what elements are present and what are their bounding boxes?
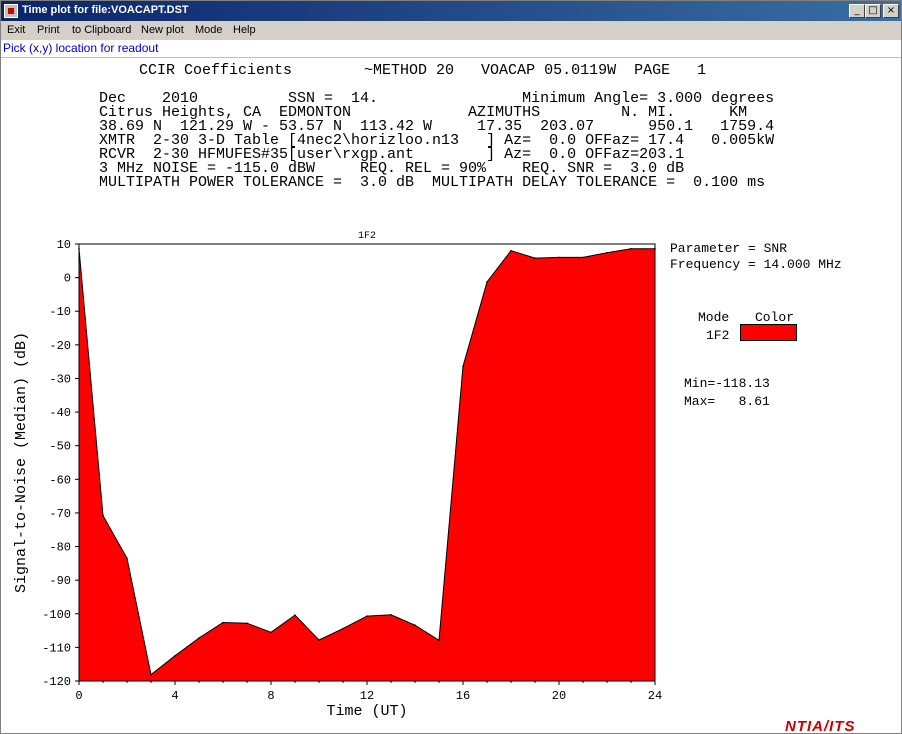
menu-help[interactable]: Help (233, 24, 256, 36)
menu-mode[interactable]: Mode (195, 24, 223, 36)
snr-point (582, 256, 584, 259)
minimize-button[interactable]: _ (849, 4, 865, 18)
ntia-its-logo: NTIA/ITS (785, 718, 856, 734)
window-title: Time plot for file:VOACAPT.DST (22, 4, 189, 16)
x-tick-label: 4 (171, 689, 178, 703)
y-axis-label: Signal-to-Noise (Median) (dB) (13, 332, 30, 593)
snr-point (246, 622, 248, 624)
y-tick-label: 0 (64, 272, 71, 286)
legend-mode-1f2: 1F2 (706, 328, 730, 343)
max-readout: Max= 8.61 (684, 394, 770, 409)
y-tick-label: -20 (49, 339, 71, 353)
snr-point (342, 627, 344, 630)
chart-title: 1F2 (358, 231, 376, 242)
snr-point (558, 256, 560, 259)
snr-point (486, 281, 488, 283)
main-window: Time plot for file:VOACAPT.DST _ □ × Exi… (0, 0, 902, 734)
snr-point (630, 247, 632, 250)
min-readout: Min=-118.13 (684, 376, 770, 391)
y-tick-label: -10 (49, 305, 71, 319)
snr-point (222, 621, 224, 624)
frequency-label: Frequency = 14.000 MHz (670, 257, 842, 272)
x-axis-label: Time (UT) (326, 703, 407, 720)
snr-point (606, 251, 608, 254)
x-tick-label: 16 (456, 689, 470, 703)
menu-print[interactable]: Print (37, 24, 60, 36)
readout-prompt-bar: Pick (x,y) location for readout (1, 40, 901, 58)
snr-point (510, 249, 512, 252)
snr-point (174, 655, 176, 657)
menu-bar: Exit Print to Clipboard New plot Mode He… (1, 21, 901, 40)
snr-point (198, 637, 200, 639)
close-button[interactable]: × (883, 4, 899, 18)
legend-color-header: Color (755, 310, 795, 325)
menu-exit[interactable]: Exit (7, 24, 25, 36)
snr-point (102, 514, 104, 517)
x-tick-label: 8 (267, 689, 274, 703)
snr-point (318, 639, 320, 641)
snr-point (150, 673, 152, 676)
parameter-label: Parameter = SNR (670, 241, 788, 256)
snr-point (294, 614, 296, 616)
x-tick-label: 24 (648, 689, 662, 703)
y-tick-label: -100 (42, 608, 71, 622)
y-tick-label: 10 (57, 238, 71, 252)
y-tick-label: -60 (49, 473, 71, 487)
y-tick-label: -30 (49, 372, 71, 386)
y-tick-label: -110 (42, 641, 71, 655)
snr-point (390, 614, 392, 616)
y-tick-label: -90 (49, 574, 71, 588)
x-tick-label: 20 (552, 689, 566, 703)
maximize-button[interactable]: □ (865, 4, 881, 18)
app-icon[interactable] (4, 4, 18, 18)
snr-point (126, 557, 128, 560)
menu-new-plot[interactable]: New plot (141, 24, 184, 36)
x-tick-label: 12 (360, 689, 374, 703)
readout-prompt: Pick (x,y) location for readout (3, 41, 159, 55)
legend-mode-header: Mode (698, 310, 730, 325)
x-tick-label: 0 (75, 689, 82, 703)
plot-area[interactable]: CCIR Coefficients ~METHOD 20 VOACAP 05.0… (1, 58, 901, 734)
snr-point (414, 624, 416, 626)
y-tick-label: -40 (49, 406, 71, 420)
y-tick-label: -120 (42, 675, 71, 689)
y-tick-label: -70 (49, 507, 71, 521)
menu-to-clipboard[interactable]: to Clipboard (72, 24, 131, 36)
legend-color-swatch (740, 324, 797, 341)
y-tick-label: -50 (49, 440, 71, 454)
snr-point (366, 615, 368, 617)
y-tick-label: -80 (49, 541, 71, 555)
title-bar[interactable]: Time plot for file:VOACAPT.DST _ □ × (1, 1, 901, 21)
snr-point (438, 639, 440, 642)
snr-point (462, 365, 464, 368)
snr-point (534, 257, 536, 259)
snr-point (270, 631, 272, 634)
